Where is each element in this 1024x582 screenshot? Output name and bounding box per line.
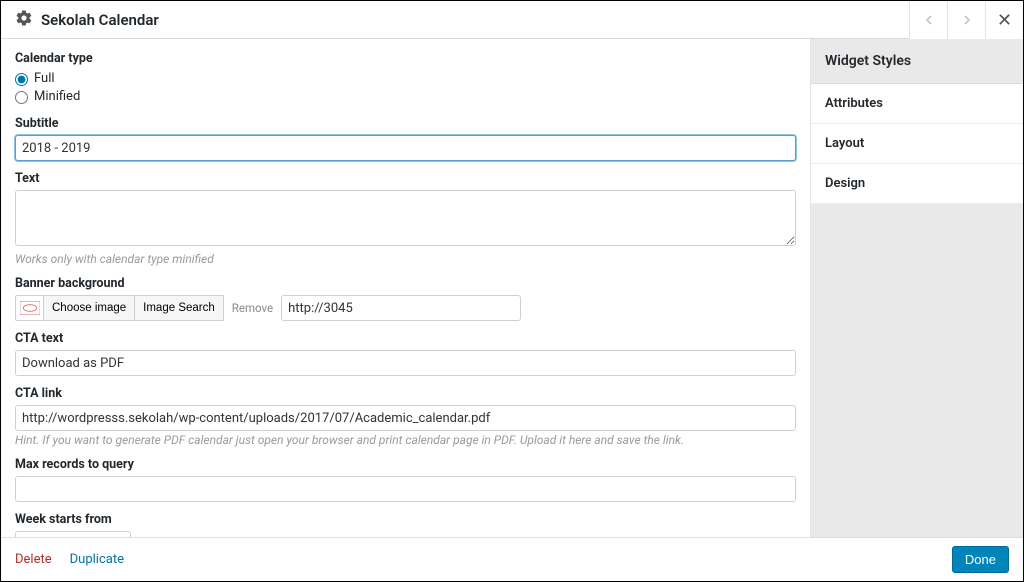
delete-link[interactable]: Delete (15, 552, 52, 567)
modal-header: Sekolah Calendar ✕ (1, 1, 1023, 39)
cta-text-label: CTA text (15, 331, 796, 346)
banner-label: Banner background (15, 276, 796, 291)
choose-image-button[interactable]: Choose image (43, 295, 135, 321)
text-label: Text (15, 171, 796, 186)
subtitle-input[interactable] (15, 135, 796, 161)
modal-footer: Delete Duplicate Done (1, 537, 1023, 581)
week-start-select[interactable]: Sunday (15, 531, 131, 537)
modal-title: Sekolah Calendar (41, 11, 159, 29)
sidebar-item-attributes[interactable]: Attributes (811, 84, 1023, 124)
calendar-type-minified-label: Minified (34, 88, 80, 106)
duplicate-link[interactable]: Duplicate (70, 552, 124, 567)
cta-link-hint: Hint. If you want to generate PDF calend… (15, 433, 796, 447)
cta-link-input[interactable] (15, 405, 796, 431)
text-hint: Works only with calendar type minified (15, 252, 796, 266)
gear-icon (15, 9, 33, 31)
sidebar-item-layout[interactable]: Layout (811, 124, 1023, 164)
sidebar-title: Widget Styles (811, 39, 1023, 84)
image-search-button[interactable]: Image Search (135, 295, 224, 321)
sidebar-item-design[interactable]: Design (811, 164, 1023, 204)
week-start-label: Week starts from (15, 512, 796, 527)
calendar-type-full-radio[interactable] (15, 73, 28, 86)
max-records-label: Max records to query (15, 457, 796, 472)
widget-styles-sidebar: Widget Styles Attributes Layout Design (811, 39, 1023, 537)
remove-image-link[interactable]: Remove (232, 301, 273, 315)
subtitle-label: Subtitle (15, 116, 796, 131)
text-textarea[interactable] (15, 190, 796, 246)
close-button[interactable]: ✕ (985, 1, 1023, 39)
done-button[interactable]: Done (952, 546, 1009, 573)
form-panel: Calendar type Full Minified Subtitle Tex… (1, 39, 811, 537)
max-records-input[interactable] (15, 476, 796, 502)
calendar-type-minified-radio[interactable] (15, 91, 28, 104)
calendar-type-full-label: Full (34, 70, 55, 88)
banner-url-input[interactable] (281, 295, 521, 321)
calendar-type-label: Calendar type (15, 51, 796, 66)
next-button[interactable] (947, 1, 985, 39)
cta-text-input[interactable] (15, 350, 796, 376)
cta-link-label: CTA link (15, 386, 796, 401)
banner-thumbnail (15, 295, 43, 321)
prev-button[interactable] (909, 1, 947, 39)
